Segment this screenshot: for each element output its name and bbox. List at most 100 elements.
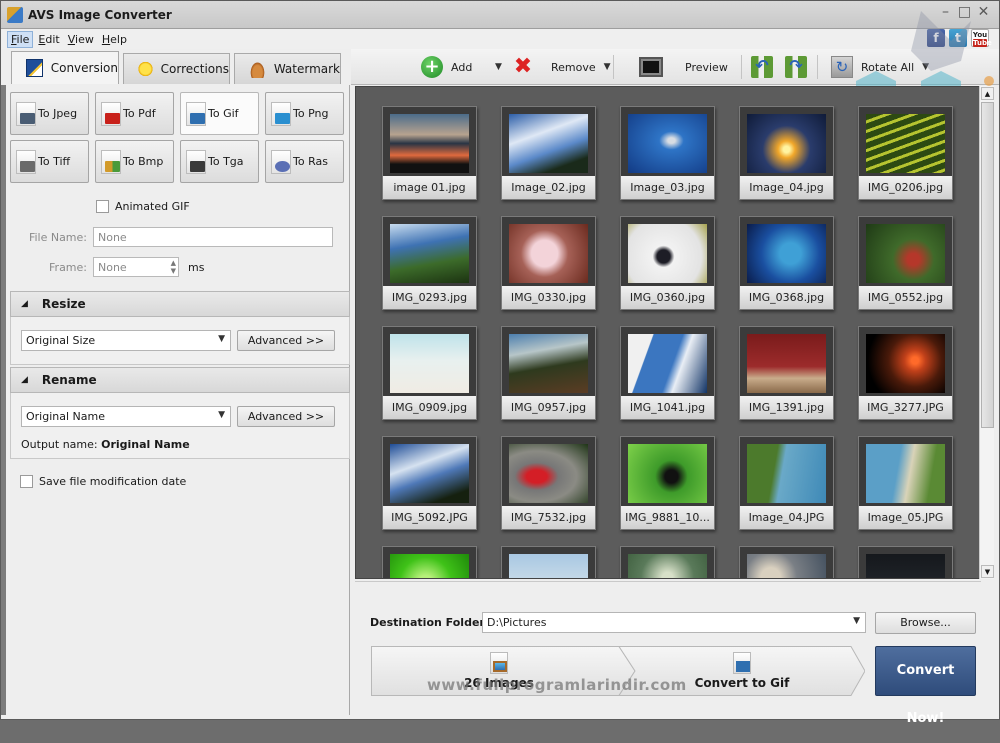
thumbnail-image: [747, 114, 826, 173]
resize-select[interactable]: Original Size ▼: [21, 330, 231, 351]
spinner-arrows-icon[interactable]: ▲ ▼: [171, 259, 176, 275]
image-thumbnail[interactable]: IMG_7532.jpg: [501, 436, 596, 530]
to-png-button[interactable]: To Png: [265, 92, 344, 135]
scrollbar-thumb[interactable]: [981, 102, 994, 428]
frame-spinner[interactable]: None ▲ ▼: [93, 257, 179, 277]
bmp-icon: [101, 149, 121, 174]
menu-edit[interactable]: Edit: [35, 32, 62, 47]
menu-view[interactable]: View: [65, 32, 97, 47]
add-button[interactable]: + Add: [421, 55, 472, 79]
image-thumbnail[interactable]: [739, 546, 834, 578]
conversion-icon: [26, 59, 43, 77]
rotate-all-dropdown-icon[interactable]: ▼: [922, 62, 929, 72]
remove-dropdown-icon[interactable]: ▼: [604, 62, 611, 72]
destination-folder-select[interactable]: D:\Pictures ▼: [482, 612, 866, 633]
minimize-button[interactable]: –: [938, 5, 953, 20]
image-thumbnail[interactable]: IMG_0293.jpg: [382, 216, 477, 310]
image-thumbnail[interactable]: [858, 546, 953, 578]
image-thumbnail[interactable]: Image_02.jpg: [501, 106, 596, 200]
gif-icon: [733, 652, 751, 674]
convert-now-button[interactable]: Convert Now!: [875, 646, 976, 726]
to-jpeg-button[interactable]: To Jpeg: [10, 92, 89, 135]
image-thumbnail[interactable]: IMG_0957.jpg: [501, 326, 596, 420]
image-thumbnail[interactable]: [382, 546, 477, 578]
rename-title: Rename: [41, 373, 97, 387]
thumbnail-image: [866, 334, 945, 393]
image-thumbnail[interactable]: Image_05.JPG: [858, 436, 953, 530]
image-thumbnail[interactable]: Image_03.jpg: [620, 106, 715, 200]
thumbnail-caption: IMG_1391.jpg: [740, 396, 833, 419]
image-thumbnail[interactable]: Image_04.jpg: [739, 106, 834, 200]
rotate-left-button[interactable]: ↶: [751, 55, 773, 79]
facebook-icon[interactable]: f: [927, 29, 945, 47]
rotate-right-button[interactable]: ↷: [785, 55, 807, 79]
image-thumbnail[interactable]: [501, 546, 596, 578]
youtube-icon[interactable]: You Tube: [971, 29, 992, 47]
maximize-button[interactable]: □: [957, 5, 972, 20]
to-tga-button[interactable]: To Tga: [180, 140, 259, 183]
file-name-input[interactable]: None: [93, 227, 333, 247]
format-label: To Tiff: [38, 155, 71, 168]
scroll-down-icon[interactable]: ▼: [981, 565, 994, 578]
watermark-text: www.fullprogramlarindir.com: [427, 676, 687, 694]
image-thumbnail[interactable]: [620, 546, 715, 578]
image-thumbnail[interactable]: IMG_1391.jpg: [739, 326, 834, 420]
menu-help[interactable]: Help: [99, 32, 130, 47]
browse-button[interactable]: Browse...: [875, 612, 976, 634]
thumbnail-image: [509, 224, 588, 283]
scroll-up-icon[interactable]: ▲: [981, 87, 994, 100]
checkbox-box[interactable]: [20, 475, 33, 488]
tab-corrections[interactable]: Corrections: [123, 53, 230, 84]
image-thumbnail[interactable]: image 01.jpg: [382, 106, 477, 200]
image-thumbnail[interactable]: IMG_0360.jpg: [620, 216, 715, 310]
chevron-down-icon: ▼: [218, 334, 225, 344]
image-thumbnail[interactable]: IMG_0206.jpg: [858, 106, 953, 200]
output-panel: Destination Folder: D:\Pictures ▼ Browse…: [355, 581, 999, 726]
thumbnail-caption: IMG_0552.jpg: [859, 286, 952, 309]
to-gif-button[interactable]: To Gif: [180, 92, 259, 135]
image-thumbnail[interactable]: IMG_9881_10...: [620, 436, 715, 530]
image-thumbnail[interactable]: IMG_0909.jpg: [382, 326, 477, 420]
image-thumbnail[interactable]: IMG_1041.jpg: [620, 326, 715, 420]
resize-section-header[interactable]: ◢ Resize: [10, 291, 350, 317]
thumbnail-image: [747, 444, 826, 503]
preview-button[interactable]: Preview: [639, 55, 728, 79]
tab-label: Watermark: [273, 62, 340, 76]
format-buttons: To Jpeg To Pdf To Gif To Png To Tiff To …: [10, 92, 344, 183]
stamp-icon: [249, 60, 266, 78]
rotate-all-button[interactable]: ↻ Rotate All ▼: [831, 55, 929, 79]
to-ras-button[interactable]: To Ras: [265, 140, 344, 183]
tab-conversion[interactable]: Conversion: [11, 51, 119, 84]
thumbnail-image: [628, 334, 707, 393]
thumbnail-caption: Image_04.jpg: [740, 176, 833, 199]
rename-advanced-button[interactable]: Advanced >>: [237, 406, 335, 427]
twitter-icon[interactable]: t: [949, 29, 967, 47]
resize-advanced-button[interactable]: Advanced >>: [237, 330, 335, 351]
resize-selected: Original Size: [26, 334, 96, 347]
image-gallery: image 01.jpg Image_02.jpg Image_03.jpg Imag…: [355, 86, 981, 579]
checkbox-box[interactable]: [96, 200, 109, 213]
image-thumbnail[interactable]: IMG_0552.jpg: [858, 216, 953, 310]
thumbnail-image: [866, 224, 945, 283]
rename-section-header[interactable]: ◢ Rename: [10, 367, 350, 393]
to-pdf-button[interactable]: To Pdf: [95, 92, 174, 135]
add-dropdown-icon[interactable]: ▼: [495, 55, 502, 79]
gallery-scrollbar[interactable]: ▲ ▼: [979, 86, 994, 579]
close-button[interactable]: ✕: [976, 5, 991, 20]
thumbnail-image: [628, 444, 707, 503]
image-thumbnail[interactable]: IMG_3277.JPG: [858, 326, 953, 420]
tab-watermark[interactable]: Watermark: [234, 53, 341, 84]
image-thumbnail[interactable]: IMG_0368.jpg: [739, 216, 834, 310]
menu-file[interactable]: File: [7, 30, 34, 48]
animated-gif-checkbox[interactable]: Animated GIF: [96, 200, 190, 213]
thumbnail-image: [628, 114, 707, 173]
rename-select[interactable]: Original Name ▼: [21, 406, 231, 427]
image-thumbnail[interactable]: IMG_0330.jpg: [501, 216, 596, 310]
image-thumbnail[interactable]: Image_04.JPG: [739, 436, 834, 530]
save-mod-date-checkbox[interactable]: Save file modification date: [20, 475, 186, 488]
to-bmp-button[interactable]: To Bmp: [95, 140, 174, 183]
image-thumbnail[interactable]: IMG_5092.JPG: [382, 436, 477, 530]
thumbnail-caption: IMG_0909.jpg: [383, 396, 476, 419]
to-tiff-button[interactable]: To Tiff: [10, 140, 89, 183]
remove-button[interactable]: ✖ Remove ▼: [513, 55, 611, 79]
